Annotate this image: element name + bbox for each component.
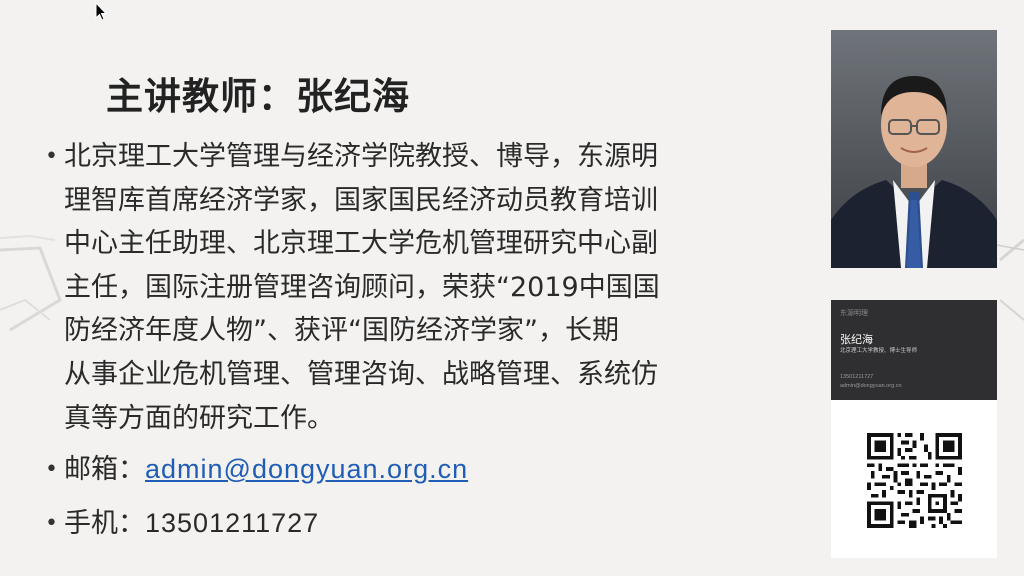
card-name: 张纪海 — [840, 334, 873, 346]
bio-line: 中心主任助理、北京理工大学危机管理研究中心副 — [64, 228, 658, 260]
email-link[interactable]: admin@dongyuan.org.cn — [145, 454, 468, 484]
bullet-phone: • 手机：13501211727 — [45, 502, 320, 546]
phone-label: 手机： — [64, 508, 145, 539]
bio-line: 防经济年度人物”、获评“国防经济学家”，长期 — [64, 315, 619, 347]
bullet-dot: • — [45, 457, 58, 482]
qr-code-icon — [867, 433, 962, 528]
card-phone: 13501211727 — [840, 374, 874, 380]
bio-line: 真等方面的研究工作。 — [64, 402, 334, 434]
card-email: admin@dongyuan.org.cn — [840, 383, 902, 389]
business-card: 东源明理 张纪海 北京理工大学教授、博士生导师 13501211727 admi… — [831, 300, 997, 558]
slide-title: 主讲教师：张纪海 — [106, 75, 410, 118]
card-brand: 东源明理 — [840, 310, 868, 317]
person-portrait-icon — [831, 76, 997, 268]
phone-number: 13501211727 — [145, 508, 320, 538]
portrait-photo — [831, 30, 997, 268]
card-header: 东源明理 张纪海 北京理工大学教授、博士生导师 13501211727 admi… — [831, 300, 997, 400]
bullet-dot: • — [45, 511, 58, 536]
bio-line: 主任，国际注册管理咨询顾问，荣获“2019中国国 — [64, 271, 660, 303]
presentation-slide: 主讲教师：张纪海 • 北京理工大学管理与经济学院教授、博导，东源明 理智库首席经… — [0, 0, 1024, 576]
bullet-email: • 邮箱：admin@dongyuan.org.cn — [45, 448, 468, 492]
bio-line: 北京理工大学管理与经济学院教授、博导，东源明 — [64, 141, 658, 172]
mouse-cursor-icon — [95, 2, 107, 21]
card-title: 北京理工大学教授、博士生导师 — [840, 348, 918, 354]
bio-line: 从事企业危机管理、管理咨询、战略管理、系统仿 — [64, 358, 658, 390]
email-label: 邮箱： — [64, 454, 145, 485]
bullet-dot: • — [45, 144, 58, 169]
bullet-bio: • 北京理工大学管理与经济学院教授、博导，东源明 理智库首席经济学家，国家国民经… — [45, 135, 774, 440]
bio-line: 理智库首席经济学家，国家国民经济动员教育培训 — [64, 184, 658, 216]
